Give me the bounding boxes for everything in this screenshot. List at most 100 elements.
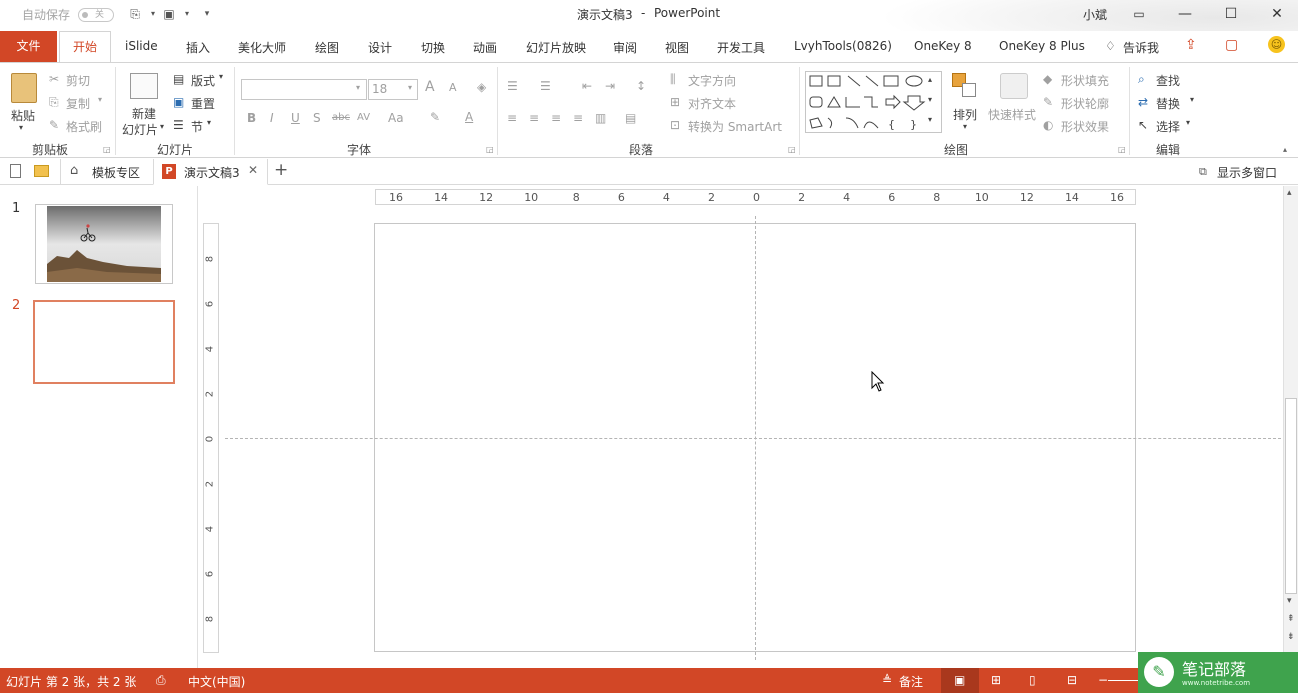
- comment-icon[interactable]: ▢: [1225, 37, 1238, 53]
- layout-button[interactable]: 版式: [191, 72, 215, 89]
- previous-slide-icon[interactable]: ⇞: [1287, 614, 1295, 624]
- font-color-button[interactable]: A: [465, 110, 473, 124]
- tab-islide[interactable]: iSlide: [125, 39, 158, 53]
- horizontal-guide[interactable]: [225, 438, 1281, 439]
- replace-button[interactable]: 替换: [1156, 95, 1180, 112]
- slideshow-icon[interactable]: ⊟: [1067, 673, 1077, 687]
- slide-sorter-icon[interactable]: ⊞: [991, 673, 1001, 687]
- shapes-gallery[interactable]: {}: [805, 71, 942, 133]
- arrange-icon[interactable]: [952, 73, 978, 99]
- distributed-icon[interactable]: ▥: [595, 111, 606, 125]
- scrollbar-thumb[interactable]: [1285, 398, 1297, 594]
- grow-font-button[interactable]: A: [425, 79, 435, 95]
- convert-smartart-button[interactable]: 转换为 SmartArt: [688, 118, 782, 135]
- tab-design[interactable]: 设计: [368, 39, 392, 56]
- add-tab-button[interactable]: +: [274, 160, 288, 180]
- home-icon[interactable]: ⌂: [70, 163, 78, 178]
- align-text-button[interactable]: 对齐文本: [688, 95, 736, 112]
- document-tab[interactable]: P 演示文稿3 ✕: [153, 159, 268, 185]
- find-button[interactable]: 查找: [1156, 72, 1180, 89]
- change-case-button[interactable]: Aa: [388, 111, 404, 125]
- reading-view-icon[interactable]: ▯: [1029, 673, 1036, 687]
- open-folder-icon[interactable]: [34, 165, 49, 177]
- scroll-up-icon[interactable]: ▴: [1287, 188, 1292, 198]
- bullets-icon[interactable]: ☰: [507, 79, 518, 93]
- shrink-font-button[interactable]: A: [449, 81, 457, 94]
- chevron-down-icon[interactable]: ▾: [160, 122, 164, 131]
- chevron-down-icon[interactable]: ▾: [98, 95, 102, 104]
- tab-transitions[interactable]: 切换: [421, 39, 445, 56]
- dialog-launcher-icon[interactable]: ◲: [1118, 145, 1126, 154]
- align-right-icon[interactable]: ≡: [551, 111, 561, 125]
- maximize-icon[interactable]: ☐: [1208, 0, 1254, 28]
- ribbon-display-options-icon[interactable]: ▭: [1116, 0, 1162, 28]
- tab-meihua[interactable]: 美化大师: [238, 39, 286, 56]
- new-slide-label[interactable]: 新建: [132, 105, 156, 122]
- tab-review[interactable]: 审阅: [613, 39, 637, 56]
- select-button[interactable]: 选择: [1156, 118, 1180, 135]
- tab-draw[interactable]: 绘图: [315, 39, 339, 56]
- clear-format-icon[interactable]: ◈: [477, 80, 486, 94]
- chevron-down-icon[interactable]: ▾: [1190, 95, 1194, 104]
- shape-outline-button[interactable]: 形状轮廓: [1061, 95, 1109, 112]
- decrease-indent-icon[interactable]: ⇤: [582, 79, 592, 93]
- text-direction-button[interactable]: 文字方向: [688, 72, 736, 89]
- tab-view[interactable]: 视图: [665, 39, 689, 56]
- dialog-launcher-icon[interactable]: ◲: [788, 145, 796, 154]
- new-slide-icon[interactable]: [130, 73, 158, 99]
- line-spacing-icon[interactable]: ↕: [636, 79, 646, 93]
- justify-icon[interactable]: ≡: [573, 111, 583, 125]
- tab-home[interactable]: 开始: [59, 31, 111, 63]
- slide-thumbnail-2[interactable]: [33, 300, 175, 384]
- paste-button[interactable]: 粘贴: [11, 107, 35, 124]
- tab-slideshow[interactable]: 幻灯片放映: [526, 39, 586, 56]
- chevron-down-icon[interactable]: ▾: [146, 7, 160, 21]
- smiley-icon[interactable]: ☺: [1268, 36, 1285, 53]
- tab-file[interactable]: 文件: [0, 31, 57, 62]
- share-icon[interactable]: ⇪: [1185, 37, 1197, 53]
- zoom-out-icon[interactable]: −: [1098, 673, 1108, 687]
- tab-onekey8[interactable]: OneKey 8: [914, 39, 972, 53]
- char-spacing-button[interactable]: AV: [357, 112, 370, 123]
- dialog-launcher-icon[interactable]: ◲: [486, 145, 494, 154]
- shape-fill-button[interactable]: 形状填充: [1061, 72, 1109, 89]
- zoom-slider[interactable]: [1108, 680, 1138, 681]
- chevron-down-icon[interactable]: ▾: [1186, 118, 1190, 127]
- numbering-icon[interactable]: ☰: [540, 79, 551, 93]
- bold-button[interactable]: B: [247, 111, 256, 125]
- gallery-more-icon[interactable]: ▾: [928, 115, 932, 124]
- copy-button[interactable]: 复制: [66, 95, 90, 112]
- tell-me-input[interactable]: 告诉我: [1123, 39, 1159, 56]
- chevron-down-icon[interactable]: ▾: [207, 118, 211, 127]
- minimize-icon[interactable]: —: [1162, 0, 1208, 28]
- tab-animations[interactable]: 动画: [473, 39, 497, 56]
- font-name-input[interactable]: [241, 79, 367, 100]
- dialog-launcher-icon[interactable]: ◲: [103, 145, 111, 154]
- columns-icon[interactable]: ▤: [625, 111, 636, 125]
- tab-developer[interactable]: 开发工具: [717, 39, 765, 56]
- next-slide-icon[interactable]: ⇟: [1287, 632, 1295, 642]
- new-slide-button[interactable]: 幻灯片: [122, 121, 158, 138]
- save-icon[interactable]: ⎘: [128, 7, 142, 21]
- gallery-scroll-down-icon[interactable]: ▾: [928, 95, 932, 104]
- user-name[interactable]: 小斌: [1083, 6, 1107, 23]
- chevron-down-icon[interactable]: ▾: [963, 122, 967, 131]
- notes-button[interactable]: 备注: [899, 673, 923, 690]
- chevron-down-icon[interactable]: ▾: [356, 83, 360, 92]
- cut-button[interactable]: 剪切: [66, 72, 90, 89]
- quick-styles-button[interactable]: 快速样式: [988, 106, 1036, 123]
- multi-window-button[interactable]: 显示多窗口: [1217, 164, 1277, 181]
- section-button[interactable]: 节: [191, 118, 203, 135]
- reset-button[interactable]: 重置: [191, 95, 215, 112]
- language-indicator[interactable]: 中文(中国): [188, 673, 245, 690]
- chevron-down-icon[interactable]: ▾: [408, 83, 412, 92]
- vertical-scrollbar[interactable]: ▴ ▾ ⇞ ⇟: [1283, 186, 1298, 668]
- strikethrough-button[interactable]: abc: [332, 112, 350, 123]
- close-tab-icon[interactable]: ✕: [248, 163, 258, 177]
- new-document-icon[interactable]: [10, 164, 21, 178]
- highlight-icon[interactable]: ✎: [430, 110, 440, 124]
- tab-lvyhtools[interactable]: LvyhTools(0826): [794, 39, 892, 53]
- collapse-ribbon-icon[interactable]: ▴: [1283, 145, 1287, 154]
- chevron-down-icon[interactable]: ▾: [19, 123, 23, 132]
- align-center-icon[interactable]: ≡: [529, 111, 539, 125]
